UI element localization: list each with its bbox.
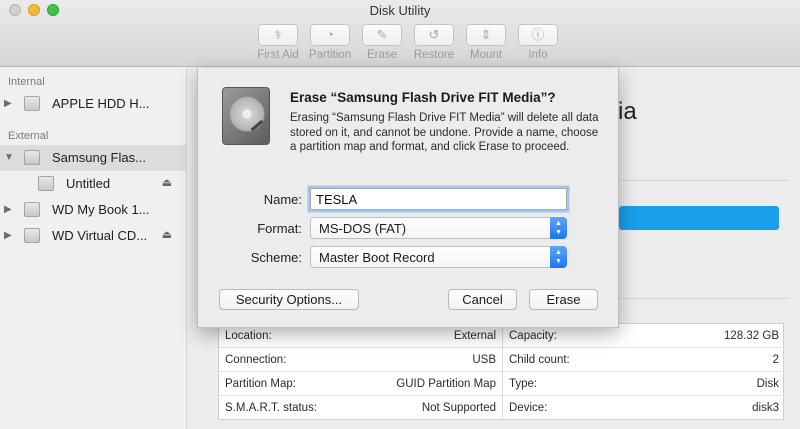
info-row: S.M.A.R.T. status: Not Supported	[219, 396, 502, 420]
disk-platter	[229, 96, 265, 132]
mount-button[interactable]: ⇕ Mount	[462, 24, 510, 66]
info-key: Connection:	[225, 354, 287, 366]
name-label: Name:	[263, 192, 302, 207]
mount-icon: ⇕	[466, 24, 506, 46]
format-label: Format:	[257, 221, 302, 236]
hard-disk-icon	[222, 87, 270, 145]
info-row: Type: Disk	[503, 372, 785, 396]
partition-label: Partition	[308, 49, 352, 61]
hard-disk-icon	[24, 96, 40, 111]
format-value: MS-DOS (FAT)	[319, 221, 407, 236]
first-aid-button[interactable]: ⚕ First Aid	[254, 24, 302, 66]
chevron-up-down-icon: ▲ ▼	[550, 217, 567, 239]
info-row: Child count: 2	[503, 348, 785, 372]
scheme-value: Master Boot Record	[319, 250, 435, 265]
erase-toolbar-button[interactable]: ✎ Erase	[358, 24, 406, 66]
eject-icon[interactable]: ⏏	[162, 228, 172, 241]
info-value: GUID Partition Map	[396, 378, 496, 390]
device-info-table: Location: External Connection: USB Parti…	[218, 323, 785, 420]
usage-bar	[619, 206, 779, 230]
info-row: Connection: USB	[219, 348, 502, 372]
dialog-title: Erase “Samsung Flash Drive FIT Media”?	[290, 90, 556, 105]
chevron-up-down-icon: ▲ ▼	[550, 246, 567, 268]
partition-icon: ◔	[310, 24, 350, 46]
disclosure-triangle-icon[interactable]: ▶	[4, 230, 12, 241]
sidebar-section-internal: Internal	[8, 76, 45, 88]
security-options-button[interactable]: Security Options...	[219, 289, 359, 310]
info-row: Device: disk3	[503, 396, 785, 420]
restore-icon: ↺	[414, 24, 454, 46]
erase-button[interactable]: Erase	[529, 289, 598, 310]
dialog-message: Erasing “Samsung Flash Drive FIT Media” …	[290, 112, 599, 153]
sidebar-item-label: WD My Book 1...	[52, 202, 150, 217]
info-key: Location:	[225, 330, 272, 342]
restore-button[interactable]: ↺ Restore	[410, 24, 458, 66]
external-disk-icon	[24, 228, 40, 243]
info-key: Device:	[509, 402, 548, 414]
info-key: Type:	[509, 378, 538, 390]
eject-icon[interactable]: ⏏	[162, 176, 172, 189]
window-title: Disk Utility	[369, 3, 431, 18]
title-bar: Disk Utility ⚕ First Aid ◔ Partition ✎ E…	[0, 0, 800, 67]
info-value: 128.32 GB	[724, 330, 779, 342]
sidebar: Internal ▶ APPLE HDD H... External ▼ Sam…	[0, 68, 187, 429]
info-icon: ⓘ	[518, 24, 558, 46]
info-key: Child count:	[509, 354, 570, 366]
info-label: Info	[528, 49, 548, 61]
info-value: disk3	[752, 402, 779, 414]
sidebar-item-samsung-flash[interactable]: ▼ Samsung Flas...	[0, 145, 186, 171]
info-key: Capacity:	[509, 330, 557, 342]
mount-label: Mount	[470, 49, 502, 61]
scheme-label: Scheme:	[250, 250, 302, 265]
info-value: External	[453, 330, 496, 342]
info-value: Disk	[756, 378, 779, 390]
volume-icon	[38, 176, 54, 191]
sidebar-section-external: External	[8, 130, 49, 142]
sidebar-item-wd-virtual-cd[interactable]: ▶ WD Virtual CD... ⏏	[0, 223, 186, 249]
format-popup[interactable]: MS-DOS (FAT) ▲ ▼	[310, 217, 567, 239]
erase-dialog: Erase “Samsung Flash Drive FIT Media”? E…	[197, 68, 619, 328]
info-column-right: Capacity: 128.32 GB Child count: 2 Type:…	[502, 324, 785, 420]
info-button[interactable]: ⓘ Info	[514, 24, 562, 66]
sidebar-item-apple-hdd[interactable]: ▶ APPLE HDD H...	[0, 91, 186, 117]
name-field[interactable]	[310, 188, 567, 210]
info-column-left: Location: External Connection: USB Parti…	[219, 324, 502, 420]
sidebar-item-untitled[interactable]: Untitled ⏏	[0, 171, 186, 197]
sidebar-item-label: APPLE HDD H...	[52, 96, 150, 111]
info-key: Partition Map:	[225, 378, 296, 390]
divider	[619, 298, 789, 299]
partition-button[interactable]: ◔ Partition	[306, 24, 354, 66]
info-value: 2	[772, 354, 779, 366]
disclosure-triangle-icon[interactable]: ▶	[4, 98, 12, 109]
disclosure-triangle-icon[interactable]: ▼	[4, 152, 14, 163]
erase-icon: ✎	[362, 24, 402, 46]
info-key: S.M.A.R.T. status:	[225, 402, 318, 414]
device-title-fragment: ia	[618, 98, 637, 125]
info-value: USB	[472, 354, 496, 366]
divider	[619, 180, 789, 181]
info-row: Partition Map: GUID Partition Map	[219, 372, 502, 396]
erase-toolbar-label: Erase	[366, 49, 398, 61]
external-disk-icon	[24, 202, 40, 217]
info-value: Not Supported	[421, 402, 496, 414]
sidebar-item-label: WD Virtual CD...	[52, 228, 148, 243]
usb-drive-icon	[24, 150, 40, 165]
scheme-popup[interactable]: Master Boot Record ▲ ▼	[310, 246, 567, 268]
sidebar-item-wd-my-book[interactable]: ▶ WD My Book 1...	[0, 197, 186, 223]
stethoscope-icon: ⚕	[258, 24, 298, 46]
restore-label: Restore	[413, 49, 455, 61]
disclosure-triangle-icon[interactable]: ▶	[4, 204, 12, 215]
first-aid-label: First Aid	[257, 49, 299, 61]
sidebar-item-label: Untitled	[66, 176, 111, 191]
sidebar-item-label: Samsung Flas...	[52, 150, 146, 165]
cancel-button[interactable]: Cancel	[448, 289, 517, 310]
